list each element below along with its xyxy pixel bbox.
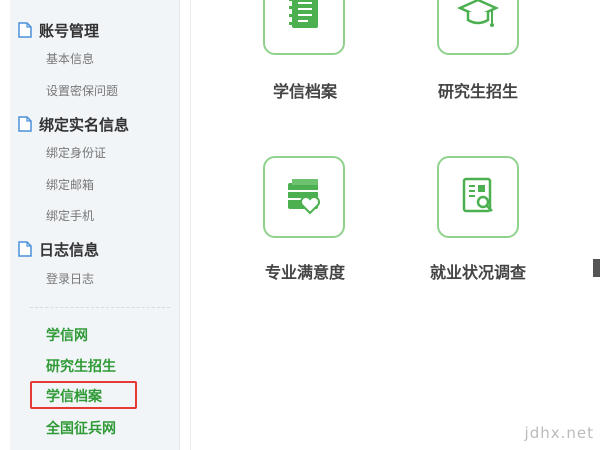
tile-employment-survey[interactable] xyxy=(437,156,519,238)
heart-folder-icon xyxy=(282,173,326,221)
section-title-label: 绑定实名信息 xyxy=(39,115,130,134)
sidebar-item-bind-email[interactable]: 绑定邮箱 xyxy=(46,177,94,193)
document-icon xyxy=(18,241,32,257)
link-graduate-admission[interactable]: 研究生招生 xyxy=(46,358,116,376)
section-title-realname[interactable]: 绑定实名信息 xyxy=(18,114,129,134)
sidebar-item-bind-id[interactable]: 绑定身份证 xyxy=(46,145,106,161)
sidebar-item-security-question[interactable]: 设置密保问题 xyxy=(46,83,118,99)
sidebar-divider xyxy=(30,307,170,308)
tile-major-satisfaction[interactable] xyxy=(263,156,345,238)
tile-graduate-admission[interactable] xyxy=(437,0,519,55)
tile-label-student-archive[interactable]: 学信档案 xyxy=(263,78,347,102)
section-title-logs[interactable]: 日志信息 xyxy=(18,239,99,259)
link-chsi[interactable]: 学信网 xyxy=(46,327,88,345)
tile-label-employment-survey[interactable]: 就业状况调查 xyxy=(414,259,542,283)
document-icon xyxy=(18,116,32,132)
highlight-box xyxy=(30,381,137,409)
page: 账号管理 基本信息 设置密保问题 绑定实名信息 绑定身份证 绑定邮箱 绑定手机 … xyxy=(0,0,600,450)
content-divider xyxy=(190,0,191,450)
tile-label-graduate-admission[interactable]: 研究生招生 xyxy=(425,78,531,102)
sidebar-item-login-log[interactable]: 登录日志 xyxy=(46,271,94,287)
report-search-icon xyxy=(456,173,500,221)
sidebar-item-basic-info[interactable]: 基本信息 xyxy=(46,51,94,67)
watermark: jdhx.net xyxy=(524,424,594,442)
section-title-label: 账号管理 xyxy=(39,21,100,40)
section-title-label: 日志信息 xyxy=(39,240,100,259)
tile-student-archive[interactable] xyxy=(263,0,345,55)
document-icon xyxy=(18,22,32,38)
section-title-account[interactable]: 账号管理 xyxy=(18,20,99,40)
sidebar-item-bind-phone[interactable]: 绑定手机 xyxy=(46,208,94,224)
cut-off-tile-label xyxy=(593,259,600,277)
notebook-icon xyxy=(284,0,324,38)
link-conscription[interactable]: 全国征兵网 xyxy=(46,420,116,438)
graduation-cap-icon xyxy=(456,0,500,38)
tile-label-major-satisfaction[interactable]: 专业满意度 xyxy=(249,259,361,283)
